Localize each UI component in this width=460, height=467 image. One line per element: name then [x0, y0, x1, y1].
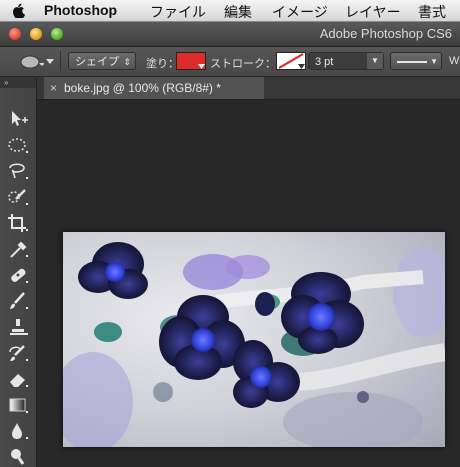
dodge-icon[interactable] [6, 444, 30, 466]
menu-image[interactable]: イメージ [272, 2, 328, 22]
tools-panel: » [0, 78, 37, 467]
stroke-dropdown-icon[interactable] [298, 64, 305, 70]
mac-menubar: Photoshop ファイル 編集 イメージ レイヤー 書式 [0, 0, 460, 22]
menu-file[interactable]: ファイル [150, 2, 206, 22]
apple-icon[interactable] [12, 3, 26, 18]
lasso-icon[interactable] [6, 160, 30, 182]
document-image[interactable] [63, 232, 445, 447]
tool-mode-select[interactable]: シェイプ ⇕ [68, 52, 136, 70]
blur-icon[interactable] [6, 420, 30, 442]
healing-brush-icon[interactable] [6, 264, 30, 286]
stroke-line-preview [397, 61, 427, 63]
move-tool-icon[interactable] [6, 108, 30, 130]
menu-edit[interactable]: 編集 [224, 2, 252, 22]
history-brush-icon[interactable] [6, 342, 30, 364]
elliptical-marquee-icon[interactable] [6, 134, 30, 156]
document-tab[interactable]: × boke.jpg @ 100% (RGB/8#) * [44, 77, 264, 99]
gradient-icon[interactable] [6, 394, 30, 416]
document-tab-bar: × boke.jpg @ 100% (RGB/8#) * [0, 77, 460, 100]
stroke-label: ストローク： [210, 58, 276, 70]
crop-icon[interactable] [6, 212, 30, 234]
close-window-button[interactable] [9, 28, 21, 40]
stroke-type-select[interactable]: ▼ [390, 52, 442, 70]
fill-dropdown-icon[interactable] [198, 64, 205, 70]
stroke-width-value: 3 pt [315, 56, 334, 68]
zoom-window-button[interactable] [51, 28, 63, 40]
brush-icon[interactable] [6, 290, 30, 312]
window-titlebar: Adobe Photoshop CS6 [0, 22, 460, 47]
menu-layer[interactable]: レイヤー [345, 2, 401, 22]
stroke-width-input[interactable]: 3 pt ▼ [308, 52, 384, 70]
width-label: W [449, 55, 460, 67]
stroke-width-dropdown-icon[interactable]: ▼ [367, 53, 383, 69]
separator [60, 51, 61, 71]
tool-mode-value: シェイプ [75, 56, 119, 68]
eyedropper-icon[interactable] [6, 238, 30, 260]
stroke-type-dropdown-icon: ▼ [430, 57, 438, 66]
menu-type[interactable]: 書式 [418, 2, 446, 22]
options-bar: シェイプ ⇕ 塗り： ストローク： 3 pt ▼ ▼ W [0, 47, 460, 77]
minimize-window-button[interactable] [30, 28, 42, 40]
menu-app-name[interactable]: Photoshop [44, 2, 117, 18]
panel-collapse-icon[interactable]: » [0, 78, 36, 88]
clone-stamp-icon[interactable] [6, 316, 30, 338]
ellipse-tool-preset-icon[interactable] [20, 55, 44, 69]
fill-label: 塗り： [146, 58, 179, 70]
eraser-icon[interactable] [6, 368, 30, 390]
close-tab-icon[interactable]: × [50, 77, 57, 99]
document-tab-label: boke.jpg @ 100% (RGB/8#) * [64, 81, 221, 95]
quick-selection-icon[interactable] [6, 186, 30, 208]
updown-chevron-icon: ⇕ [123, 57, 131, 67]
window-title: Adobe Photoshop CS6 [319, 26, 452, 41]
preset-dropdown-icon[interactable] [46, 59, 54, 65]
